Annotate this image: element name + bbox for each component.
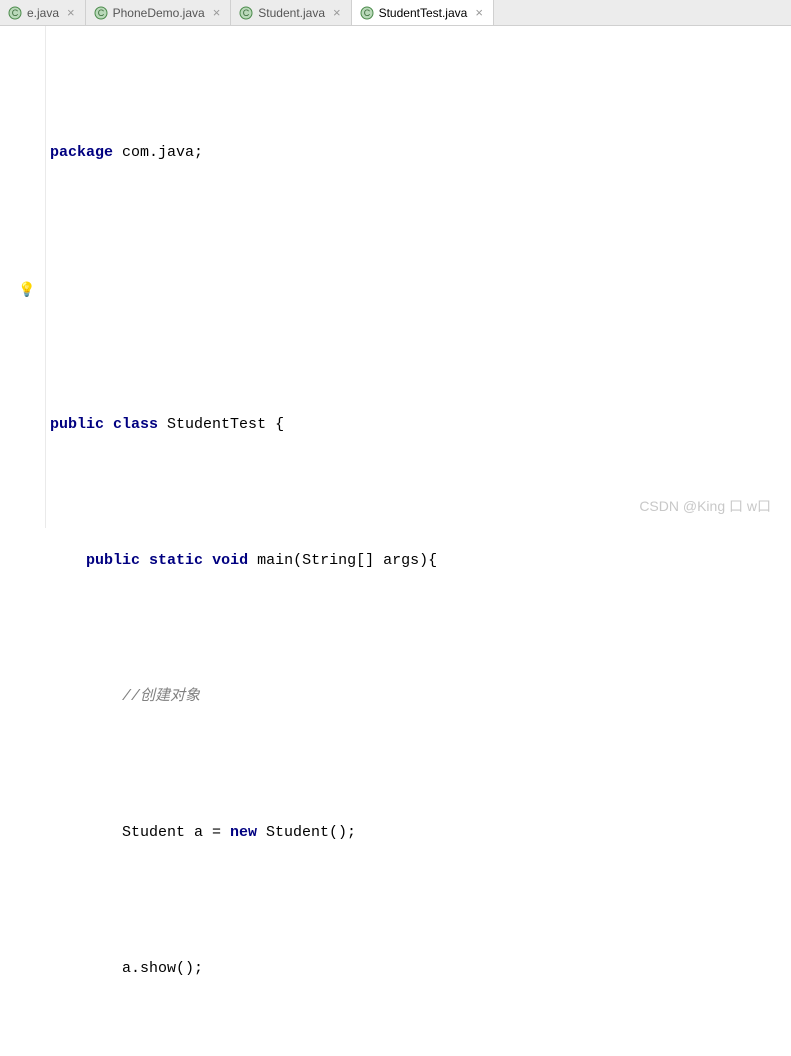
gutter: 💡: [0, 26, 46, 528]
tab-phonedemo[interactable]: C PhoneDemo.java ×: [86, 0, 232, 25]
svg-text:C: C: [97, 8, 104, 18]
keyword: static: [149, 544, 203, 578]
keyword: void: [212, 544, 248, 578]
keyword: new: [230, 816, 257, 850]
keyword: public: [86, 544, 140, 578]
text: Student();: [257, 816, 356, 850]
close-icon[interactable]: ×: [333, 5, 341, 20]
code-line: public static void main(String[] args){: [50, 544, 791, 578]
close-icon[interactable]: ×: [67, 5, 75, 20]
tab-studenttest[interactable]: C StudentTest.java ×: [352, 0, 494, 25]
intention-bulb-icon[interactable]: 💡: [18, 282, 35, 299]
text: com.java;: [113, 136, 203, 170]
text: main(String[] args){: [248, 544, 437, 578]
keyword: public: [50, 408, 104, 442]
comment: //创建对象: [122, 680, 200, 714]
class-file-icon: C: [239, 6, 253, 20]
text: StudentTest {: [158, 408, 284, 442]
code-line: Student a = new Student();: [50, 816, 791, 850]
close-icon[interactable]: ×: [475, 5, 483, 20]
code-area[interactable]: package com.java; public class StudentTe…: [46, 26, 791, 528]
code-line: a.show();: [50, 952, 791, 986]
keyword: package: [50, 136, 113, 170]
class-file-icon: C: [8, 6, 22, 20]
class-file-icon: C: [360, 6, 374, 20]
text: Student a =: [122, 816, 230, 850]
class-file-icon: C: [94, 6, 108, 20]
editor: 💡 package com.java; public class Student…: [0, 26, 791, 528]
code-line: //创建对象: [50, 680, 791, 714]
tab-label: StudentTest.java: [379, 6, 468, 20]
code-line: public class StudentTest {: [50, 408, 791, 442]
tab-student[interactable]: C Student.java ×: [231, 0, 351, 25]
svg-text:C: C: [363, 8, 370, 18]
close-icon[interactable]: ×: [213, 5, 221, 20]
tab-label: PhoneDemo.java: [113, 6, 205, 20]
keyword: class: [113, 408, 158, 442]
code-line: [50, 272, 791, 306]
svg-text:C: C: [12, 8, 19, 18]
tab-bar: C e.java × C PhoneDemo.java × C Student.…: [0, 0, 791, 26]
tab-label: Student.java: [258, 6, 325, 20]
tab-e-java[interactable]: C e.java ×: [0, 0, 86, 25]
code-line: package com.java;: [50, 136, 791, 170]
text: a.show();: [122, 952, 203, 986]
tab-label: e.java: [27, 6, 59, 20]
svg-text:C: C: [243, 8, 250, 18]
